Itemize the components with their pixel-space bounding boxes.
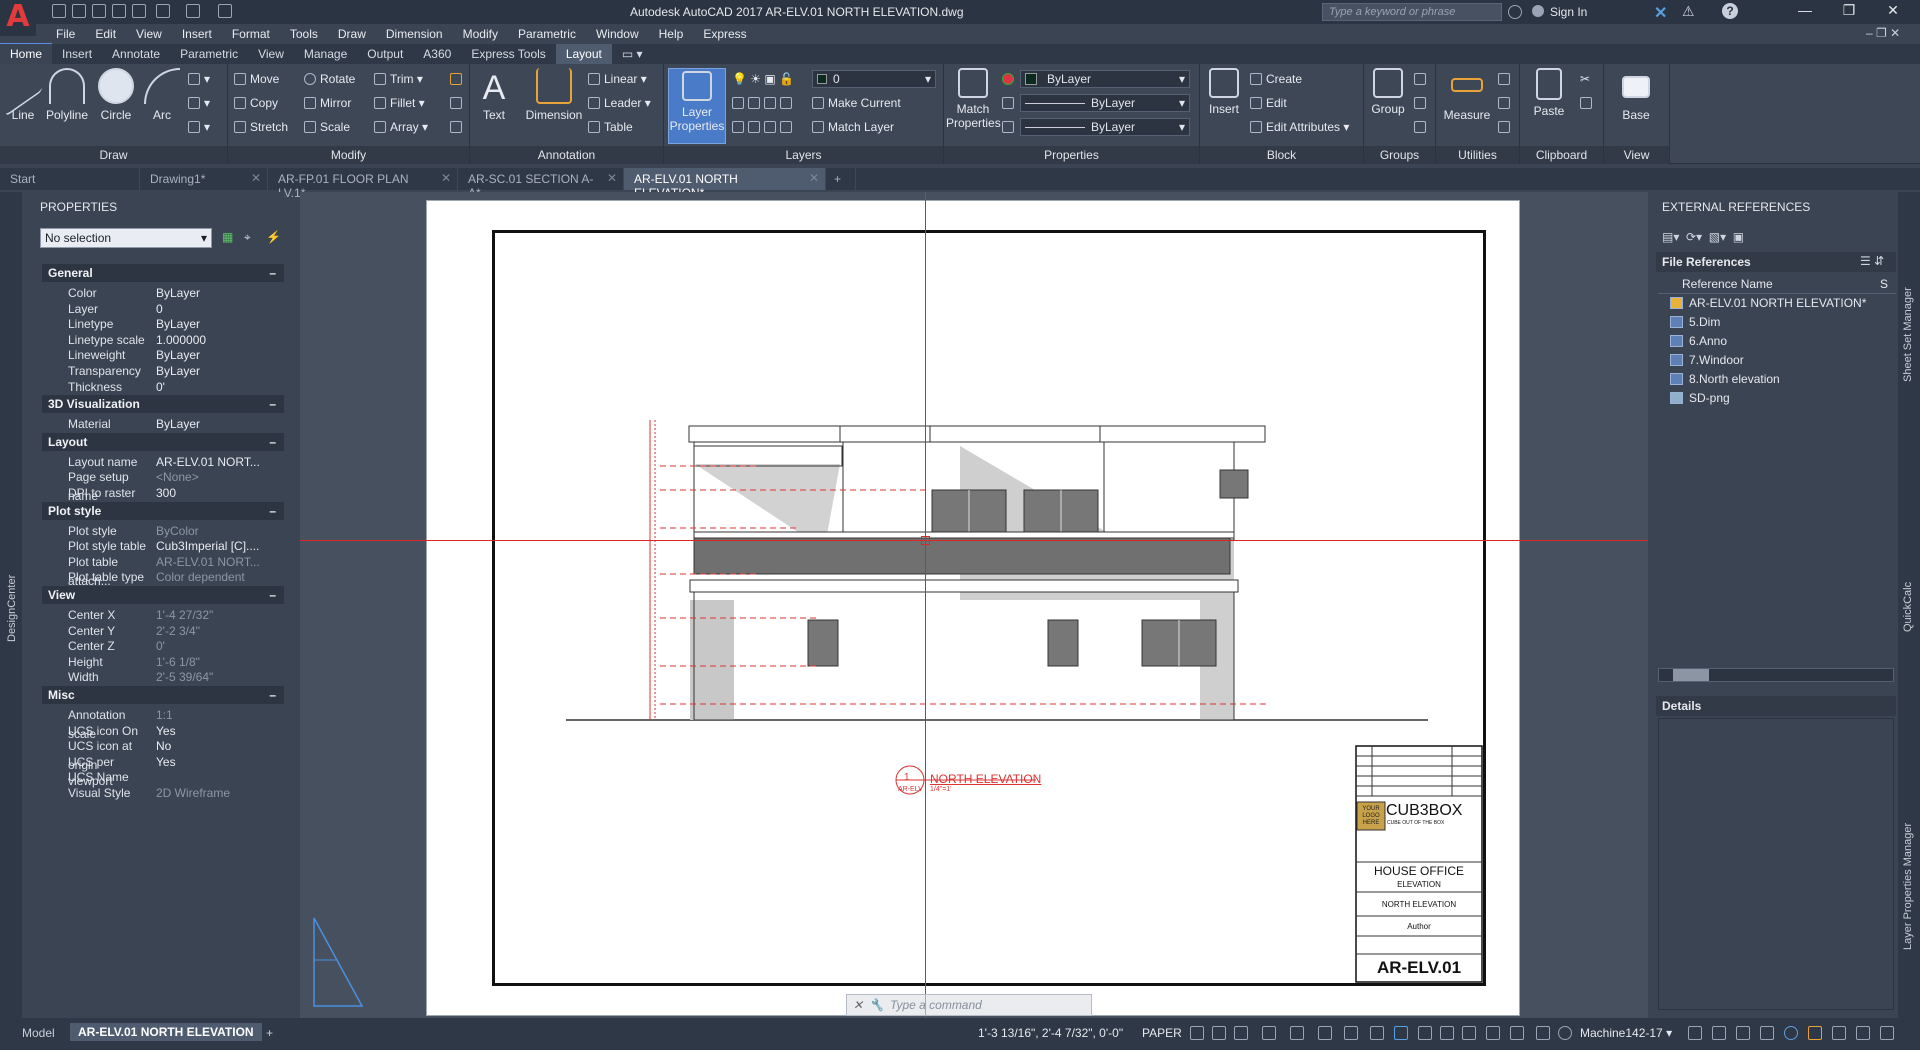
paper-space-toggle[interactable]: PAPER (1142, 1026, 1182, 1040)
lower-window-2 (1047, 619, 1079, 667)
sheet-author: Author (1407, 922, 1431, 931)
view-scale: 1/4"=1' (930, 786, 952, 793)
command-line-input[interactable]: ✕ 🔧 Type a command (846, 994, 1092, 1016)
notification-icon[interactable] (1808, 1026, 1822, 1040)
sheet-name: NORTH ELEVATION (1381, 900, 1457, 909)
details-header: Details (1662, 699, 1702, 713)
polar-icon[interactable] (1234, 1026, 1248, 1040)
brand-name: CUB3BOX (1386, 802, 1463, 819)
column-status[interactable]: S (1880, 277, 1888, 291)
view-number: 1 (904, 772, 910, 783)
sheet-number: AR-ELV.01 (1376, 958, 1462, 977)
column-reference-name[interactable]: Reference Name (1682, 277, 1773, 291)
lower-window-1 (807, 619, 839, 667)
file-references-header: File References (1662, 255, 1751, 269)
selection-cycling-icon[interactable] (1370, 1026, 1384, 1040)
clean-screen-icon[interactable] (1712, 1026, 1726, 1040)
right-strip: Sheet Set Manager QuickCalc Layer Proper… (1898, 192, 1920, 1018)
layout-tab[interactable]: AR-ELV.01 NORTH ELEVATION (70, 1023, 262, 1041)
xref-item[interactable]: 7.Windoor (1670, 353, 1744, 367)
xref-item[interactable]: 6.Anno (1670, 334, 1727, 348)
viewport-scale-icon[interactable] (1736, 1026, 1750, 1040)
isolate-icon[interactable] (1856, 1026, 1870, 1040)
xref-title: EXTERNAL REFERENCES (1662, 200, 1811, 214)
osnap-icon[interactable] (1262, 1026, 1276, 1040)
isolate-objects-icon[interactable] (1510, 1026, 1524, 1040)
xref-scrollbar[interactable] (1658, 668, 1894, 682)
canopy (693, 445, 843, 467)
transparency-icon[interactable] (1344, 1026, 1358, 1040)
floor-slab (689, 579, 1239, 593)
xref-toolbar[interactable]: ▤▾ ⟳▾ ▧▾ ▣ (1662, 230, 1744, 244)
details-pane (1658, 718, 1894, 1010)
xref-item[interactable]: 5.Dim (1670, 315, 1720, 329)
annotation-monitor-icon[interactable] (1394, 1026, 1408, 1040)
autocad-window: { "titlebar": { "app_title": "Autodesk A… (0, 0, 1920, 1050)
close-icon[interactable]: ✕ (853, 998, 863, 1012)
brand-sub: CUBE OUT OF THE BOX (1387, 820, 1445, 826)
xref-item[interactable]: 8.North elevation (1670, 372, 1780, 386)
model-tab[interactable]: Model (14, 1024, 63, 1042)
grid-icon[interactable] (1418, 1026, 1432, 1040)
external-references-palette: EXTERNAL REFERENCES ▤▾ ⟳▾ ▧▾ ▣ File Refe… (1652, 192, 1910, 1018)
list-view-icon[interactable]: ☰ ⇵ (1860, 254, 1884, 268)
lineweight-toggle-icon[interactable] (1318, 1026, 1332, 1040)
quick-properties-icon[interactable] (1462, 1026, 1476, 1040)
otrack-icon[interactable] (1290, 1026, 1304, 1040)
lock-ui-icon[interactable] (1486, 1026, 1500, 1040)
customize-menu-icon[interactable] (1880, 1026, 1894, 1040)
navigation-icon[interactable] (1760, 1026, 1774, 1040)
ucs-icon (313, 917, 364, 1007)
add-layout-icon[interactable]: + (258, 1024, 281, 1042)
workspace-selector[interactable]: Machine142-17 ▾ (1580, 1026, 1672, 1040)
upper-window-3 (1219, 469, 1249, 499)
view-ref: AR-ELV (898, 786, 923, 793)
sheet-set-manager-label[interactable]: Sheet Set Manager (1902, 287, 1914, 382)
wrench-icon[interactable]: 🔧 (869, 998, 884, 1012)
crosshair-horizontal (300, 540, 1648, 541)
crosshair-vertical (925, 192, 926, 1018)
xref-item[interactable]: SD-png (1670, 391, 1730, 405)
crosshair-pickbox (921, 536, 930, 545)
project-name: HOUSE OFFICE (1373, 864, 1464, 878)
elevation-drawing (313, 420, 1483, 1007)
balcony-railing (693, 537, 1231, 575)
add-icon[interactable] (1688, 1026, 1702, 1040)
globe-icon[interactable] (1784, 1026, 1798, 1040)
view-title: NORTH ELEVATION (930, 772, 1042, 786)
layer-properties-manager-label[interactable]: Layer Properties Manager (1902, 823, 1914, 950)
shadow-canopy (695, 464, 840, 540)
units-icon[interactable] (1440, 1026, 1454, 1040)
fullscreen-icon[interactable] (1832, 1026, 1846, 1040)
xref-item[interactable]: AR-ELV.01 NORTH ELEVATION* (1670, 296, 1866, 310)
ortho-icon[interactable] (1212, 1026, 1226, 1040)
hardware-acceleration-icon[interactable] (1536, 1026, 1550, 1040)
quickcalc-label[interactable]: QuickCalc (1902, 582, 1914, 632)
workspace-gear-icon[interactable] (1558, 1026, 1572, 1040)
coordinate-readout: 1'-3 13/16", 2'-4 7/32", 0'-0" (978, 1026, 1124, 1040)
project-sub: ELEVATION (1397, 880, 1441, 889)
snap-icon[interactable] (1190, 1026, 1204, 1040)
logo-text: YOUR LOGO HERE (1362, 806, 1380, 826)
roof-parapet (688, 425, 1266, 443)
